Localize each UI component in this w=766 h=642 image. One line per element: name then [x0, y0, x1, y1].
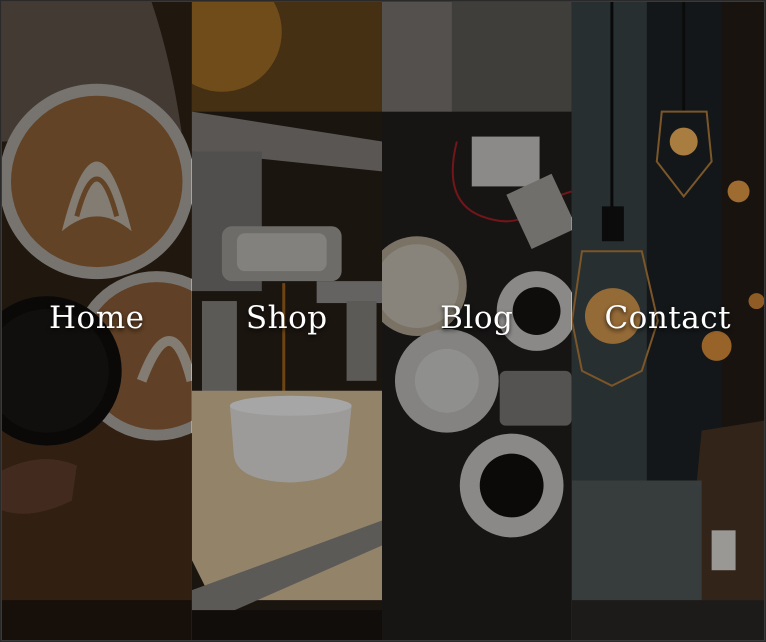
- nav-tile-shop[interactable]: Shop: [191, 2, 382, 640]
- nav-tile-home[interactable]: Home: [2, 2, 192, 640]
- nav-label-contact: Contact: [604, 300, 732, 336]
- nav-tiles: Home Shop Blog Contact: [1, 1, 765, 641]
- nav-label-shop: Shop: [245, 300, 328, 336]
- nav-label-home: Home: [49, 300, 145, 336]
- nav-tile-blog[interactable]: Blog: [382, 2, 572, 640]
- nav-label-blog: Blog: [440, 300, 514, 336]
- nav-tile-contact[interactable]: Contact: [571, 2, 764, 640]
